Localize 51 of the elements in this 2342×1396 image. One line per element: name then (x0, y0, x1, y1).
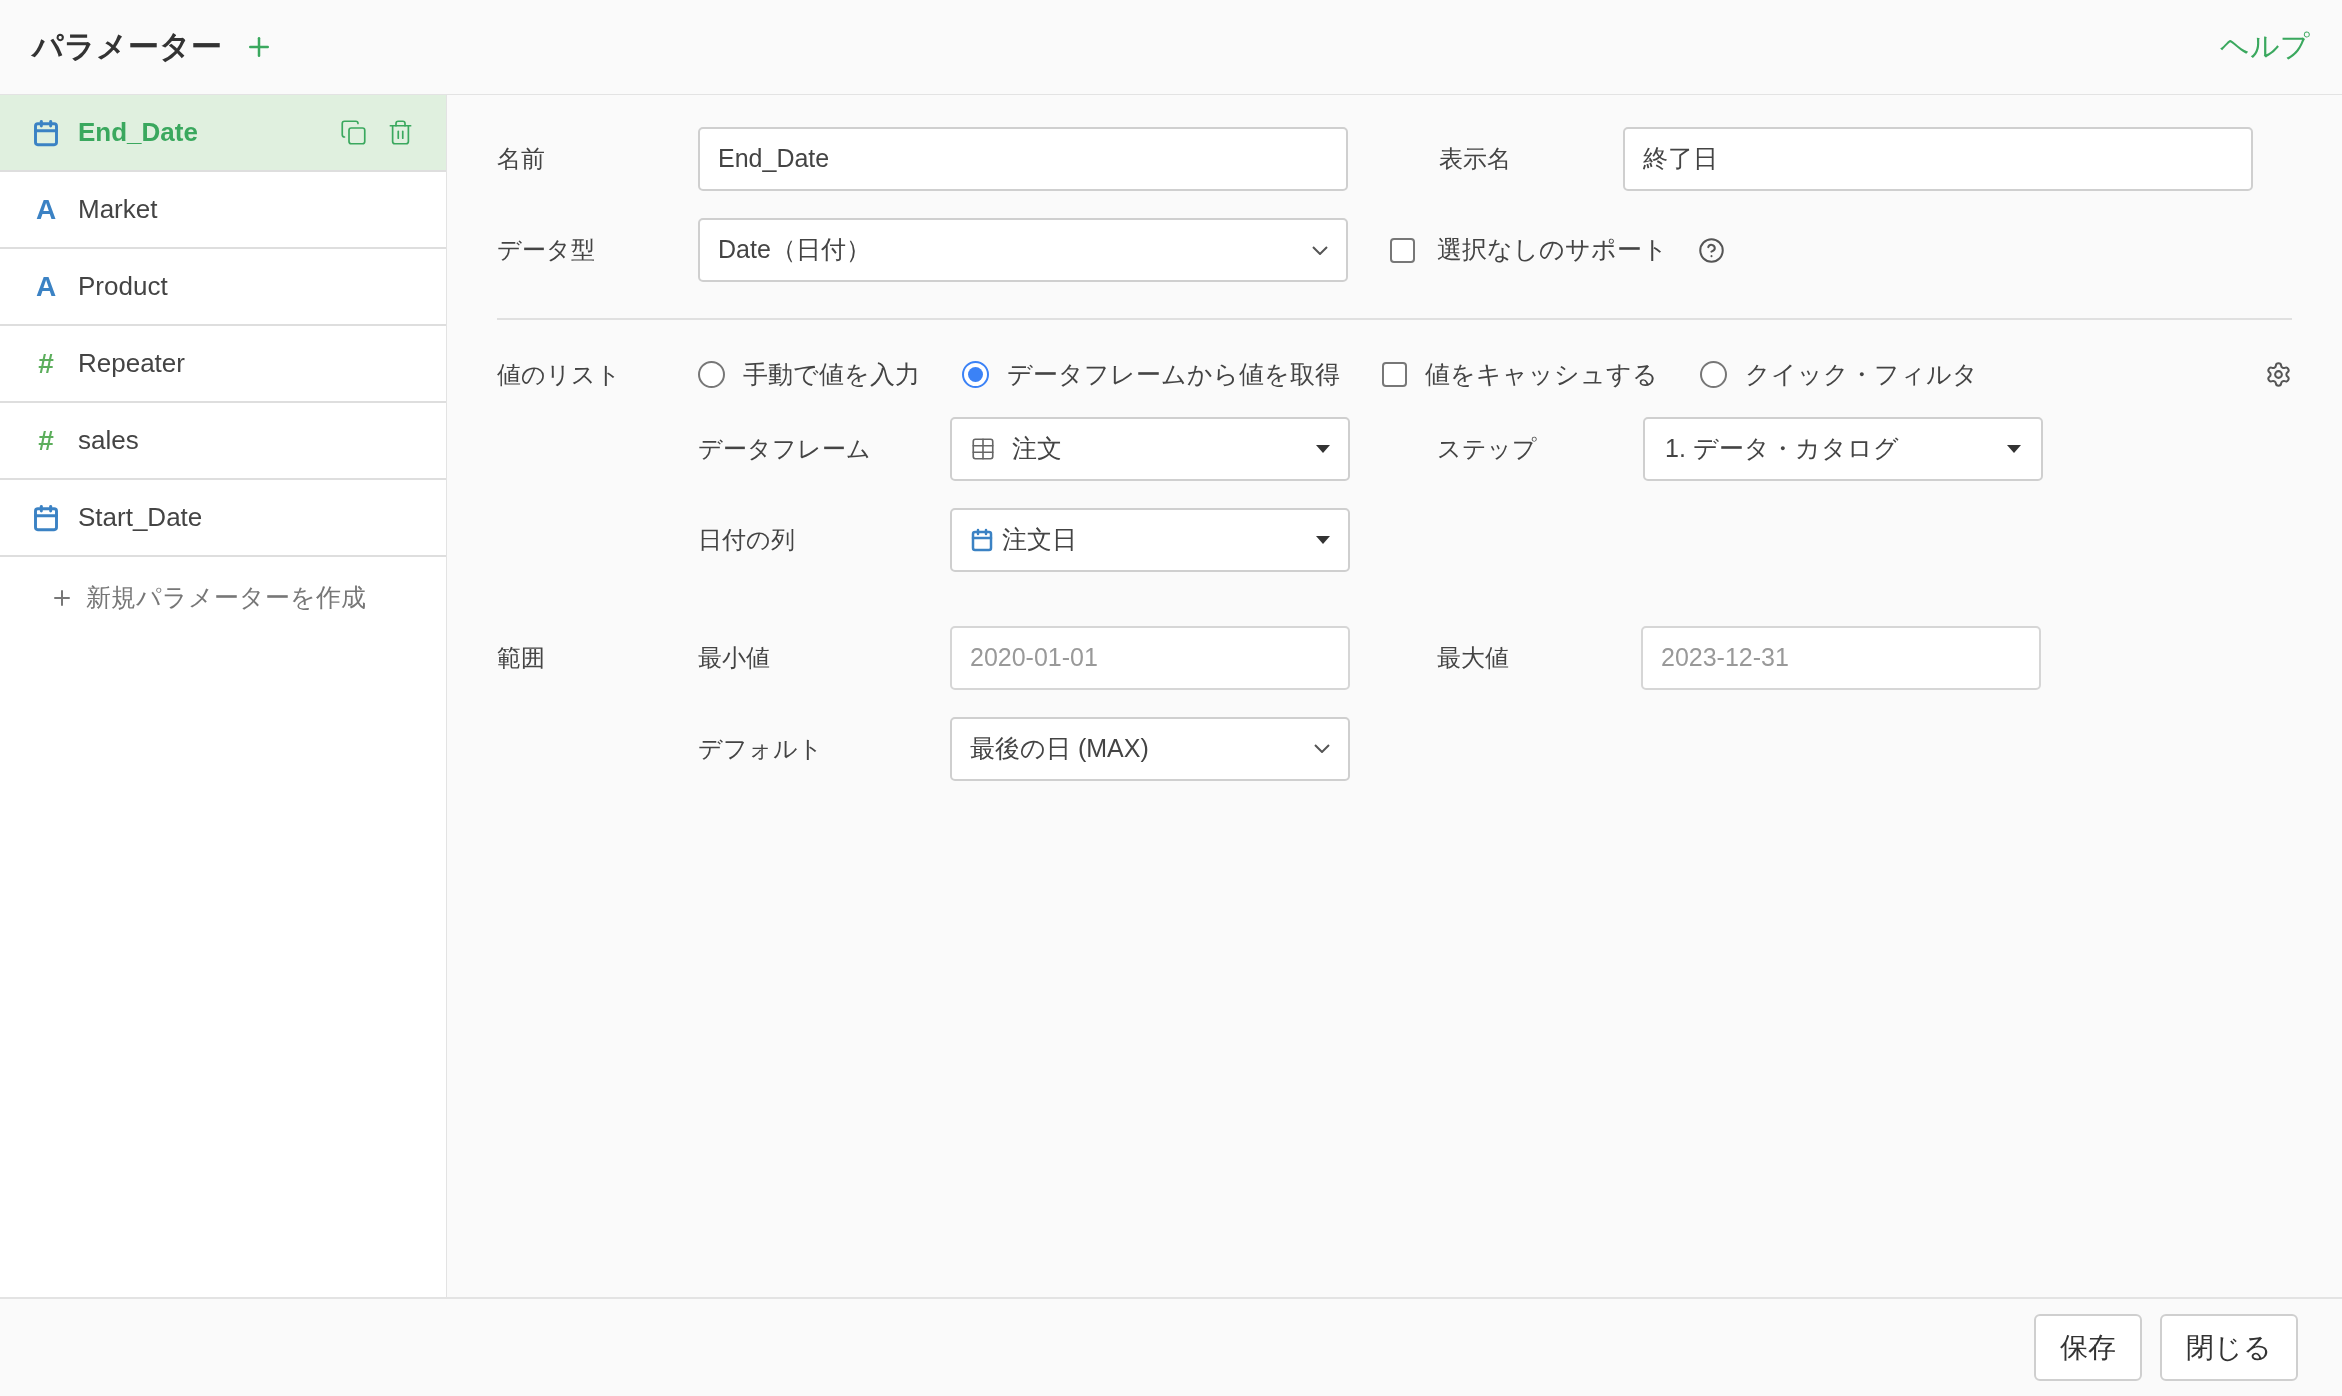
calendar-icon (32, 118, 60, 147)
footer-button[interactable]: 保存 (2034, 1314, 2142, 1381)
min-value-field[interactable]: 2020-01-01 (950, 625, 1350, 690)
option-label: 手動で値を入力 (743, 359, 920, 390)
footer-button[interactable]: 閉じる (2160, 1314, 2298, 1381)
create-parameter-button[interactable]: 新規パラメーターを作成 (50, 579, 366, 617)
null-support-label: 選択なしのサポート (1437, 234, 1668, 266)
copy-icon[interactable] (340, 119, 367, 146)
caret-down-icon (1316, 444, 1330, 453)
field-label: 最大値 (1437, 642, 1509, 673)
caret-down-icon (2007, 444, 2021, 453)
default-select[interactable]: 最後の日 (MAX) (950, 716, 1350, 781)
chevron-down-icon (1314, 744, 1330, 753)
display-name-field[interactable]: 終了日 (1623, 127, 2253, 191)
settings-icon[interactable] (2265, 361, 2292, 389)
data-type-select[interactable]: Date（日付） (698, 218, 1348, 282)
calendar-icon (32, 503, 60, 532)
radio-button[interactable] (698, 361, 725, 389)
checkbox[interactable] (1382, 362, 1407, 388)
field-label: 日付の列 (698, 524, 795, 555)
field-label: データ型 (497, 235, 595, 265)
type-icon: # (32, 349, 60, 378)
option-label: データフレームから値を取得 (1007, 359, 1340, 390)
delete-icon[interactable] (387, 119, 414, 146)
null-support-checkbox[interactable] (1390, 237, 1415, 263)
field-label: 範囲 (497, 642, 545, 673)
name-field[interactable]: End_Date (698, 127, 1348, 191)
radio-button[interactable] (962, 361, 989, 389)
field-label: 最小値 (698, 642, 770, 673)
type-icon: A (32, 195, 60, 224)
step-select[interactable]: 1. データ・カタログ (1643, 416, 2043, 481)
option-label: クイック・フィルタ (1745, 359, 1978, 390)
date-column-select[interactable]: 注文日 (950, 507, 1350, 572)
radio-button[interactable] (1700, 361, 1727, 389)
calendar-icon (970, 527, 994, 552)
chevron-down-icon (1312, 245, 1328, 255)
max-value-field[interactable]: 2023-12-31 (1641, 625, 2041, 690)
field-label: データフレーム (698, 433, 871, 464)
page-title: パラメーター (32, 27, 222, 66)
option-label: 値をキャッシュする (1425, 359, 1658, 390)
caret-down-icon (1316, 535, 1330, 544)
field-label: 値のリスト (497, 359, 621, 390)
field-label: 名前 (497, 144, 545, 174)
field-label: 表示名 (1439, 144, 1511, 174)
field-label: ステップ (1437, 433, 1537, 464)
type-icon: A (32, 272, 60, 301)
dataframe-select[interactable]: 注文 (950, 416, 1350, 481)
table-icon (970, 435, 996, 462)
field-label: デフォルト (698, 733, 823, 764)
type-icon: # (32, 426, 60, 455)
help-icon[interactable] (1698, 236, 1725, 264)
